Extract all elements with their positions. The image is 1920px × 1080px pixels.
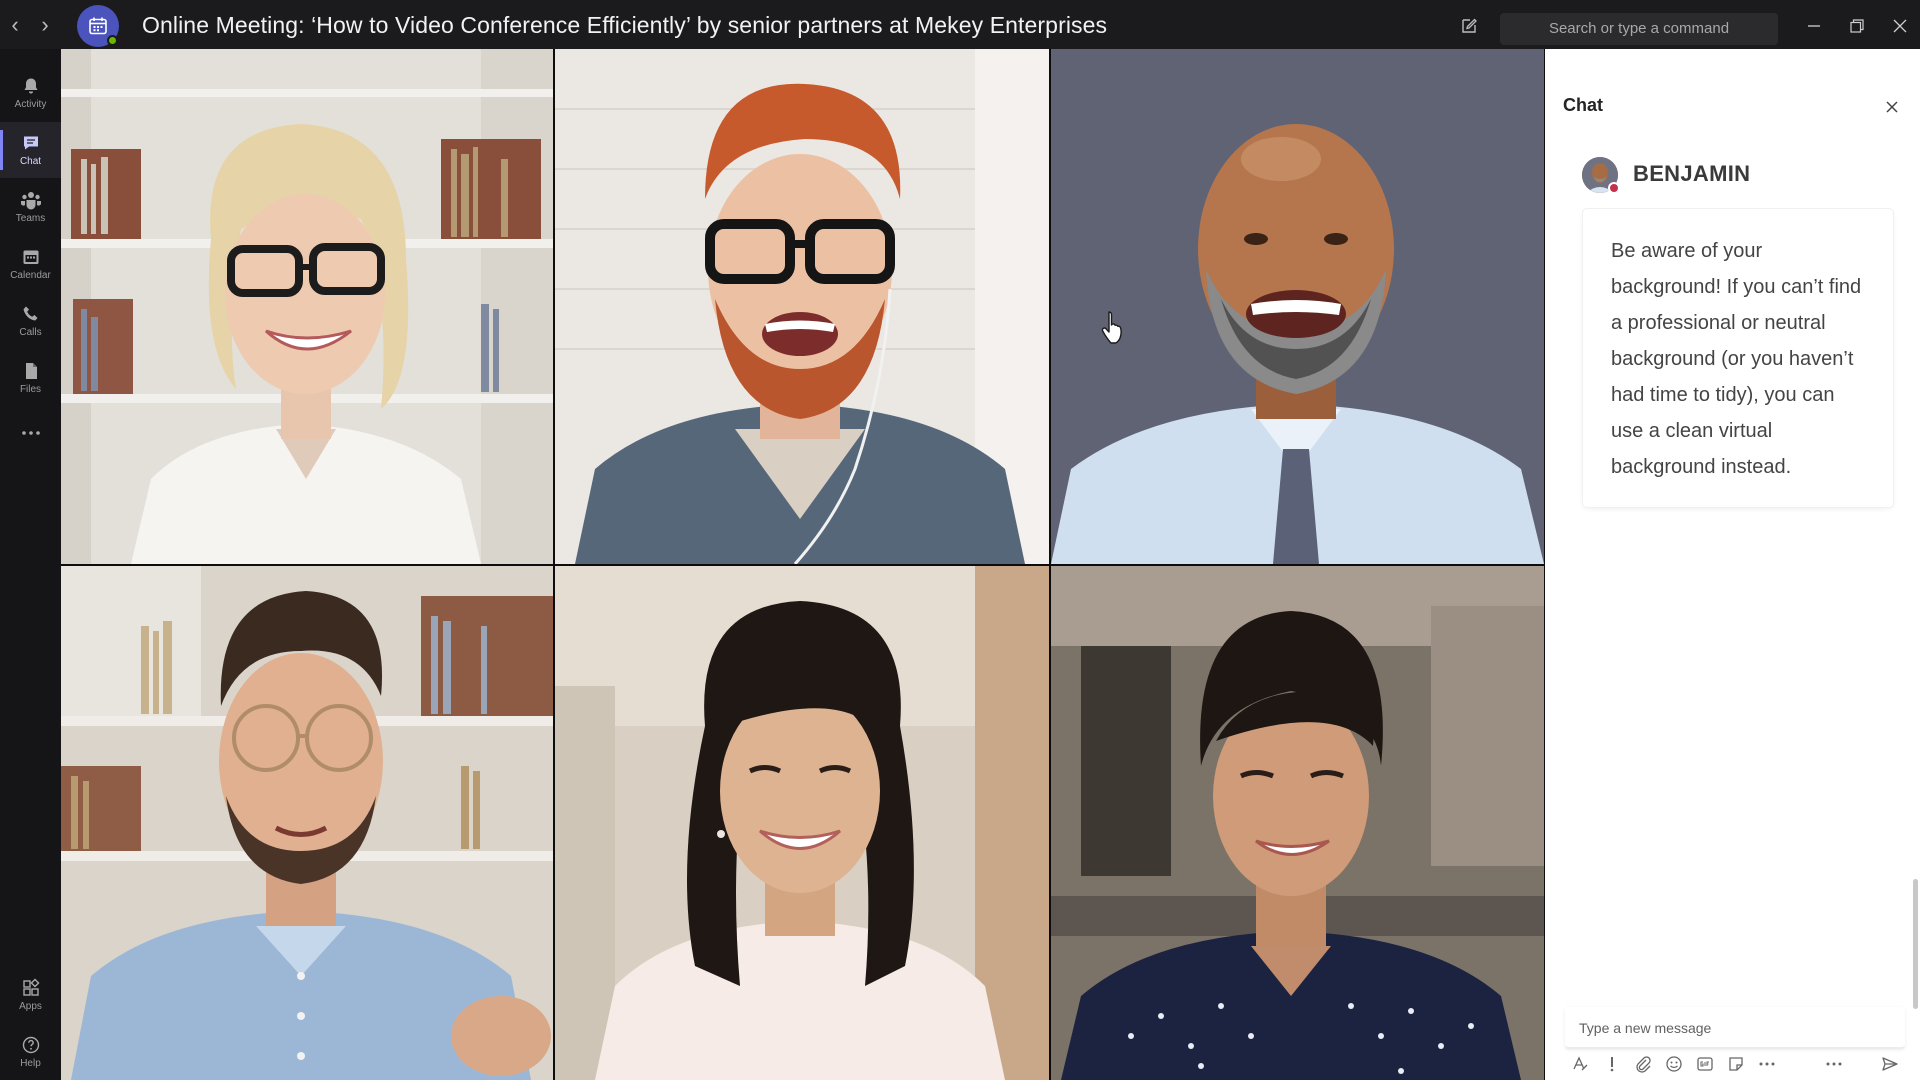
participant-video-tile[interactable]: [1051, 566, 1544, 1080]
rail-item-teams[interactable]: Teams: [0, 179, 61, 235]
participant-video-frame: [555, 566, 1049, 1080]
rail-label: Calls: [19, 327, 42, 338]
apps-icon: [22, 978, 40, 996]
participant-video-frame: [61, 49, 553, 564]
minimize-icon[interactable]: [1800, 14, 1828, 38]
attach-icon[interactable]: [1632, 1053, 1654, 1075]
more-actions-icon[interactable]: [1823, 1053, 1845, 1075]
more-apps-button[interactable]: [0, 405, 61, 461]
send-icon[interactable]: [1879, 1053, 1901, 1075]
chat-message-text: Be aware of your background! If you can’…: [1611, 240, 1862, 478]
busy-presence-dot: [1608, 182, 1620, 194]
compose-toolbar: [1569, 1053, 1909, 1077]
teams-icon: [20, 192, 41, 210]
meeting-calendar-icon[interactable]: [77, 5, 119, 47]
title-bar: ‹ › Online Meeting: ‘How to Video Confer…: [0, 0, 1920, 49]
participant-video-frame: [61, 566, 553, 1080]
bell-icon: [24, 78, 37, 94]
window-title: Online Meeting: ‘How to Video Conference…: [142, 12, 1108, 38]
participant-video-frame: [1051, 49, 1544, 564]
rail-item-activity[interactable]: Activity: [0, 65, 61, 121]
rail-item-help[interactable]: Help: [0, 1024, 61, 1080]
rail-item-files[interactable]: Files: [0, 350, 61, 406]
search-input[interactable]: Search or type a command: [1500, 13, 1778, 45]
chat-icon: [23, 136, 38, 150]
sticker-icon[interactable]: [1725, 1053, 1747, 1075]
chat-message[interactable]: Be aware of your background! If you can’…: [1583, 209, 1893, 507]
rail-label: Calendar: [10, 270, 51, 281]
calendar-icon: [23, 250, 38, 264]
participant-video-frame: [1051, 566, 1544, 1080]
restore-window-icon[interactable]: [1843, 14, 1871, 38]
rail-item-calls[interactable]: Calls: [0, 293, 61, 349]
participant-video-tile[interactable]: [555, 566, 1049, 1080]
emoji-icon[interactable]: [1663, 1053, 1685, 1075]
participant-video-tile[interactable]: [1051, 49, 1544, 564]
rail-label: Activity: [14, 99, 47, 110]
file-icon: [25, 363, 37, 379]
close-window-icon[interactable]: [1886, 14, 1914, 38]
participant-video-frame: [555, 49, 1049, 564]
rail-item-calendar[interactable]: Calendar: [0, 236, 61, 292]
rail-item-apps[interactable]: Apps: [0, 967, 61, 1023]
participant-video-tile[interactable]: [61, 49, 553, 564]
important-icon[interactable]: [1601, 1053, 1623, 1075]
rail-item-chat[interactable]: Chat: [0, 122, 61, 178]
close-icon[interactable]: [1882, 97, 1902, 117]
format-icon[interactable]: [1569, 1053, 1591, 1075]
participant-video-tile[interactable]: [61, 566, 553, 1080]
ellipsis-icon: [21, 431, 40, 435]
phone-icon: [23, 306, 37, 321]
rail-label: Apps: [19, 1001, 42, 1012]
scrollbar[interactable]: [1913, 879, 1918, 1009]
more-options-icon[interactable]: [1756, 1053, 1778, 1075]
message-compose-input[interactable]: Type a new message: [1565, 1007, 1905, 1049]
rail-label: Files: [19, 384, 42, 395]
video-grid: [61, 49, 1544, 1080]
rail-label: Chat: [19, 156, 42, 167]
participant-video-tile[interactable]: [555, 49, 1049, 564]
gif-icon[interactable]: [1694, 1053, 1716, 1075]
back-arrow-icon[interactable]: ‹: [4, 14, 26, 36]
help-icon: [22, 1036, 39, 1054]
available-status-dot: [107, 35, 118, 46]
rail-label: Teams: [15, 213, 46, 224]
app-rail: Activity Chat Teams Calendar Calls Files…: [0, 49, 61, 1080]
forward-arrow-icon[interactable]: ›: [34, 14, 56, 36]
chat-panel-title: Chat: [1563, 95, 1603, 115]
sender-name: BENJAMIN: [1633, 161, 1751, 186]
chat-panel: Chat BENJAMIN Be aware of your backgroun…: [1545, 49, 1920, 1080]
rail-label: Help: [20, 1058, 41, 1069]
new-chat-compose-icon[interactable]: [1460, 17, 1482, 39]
